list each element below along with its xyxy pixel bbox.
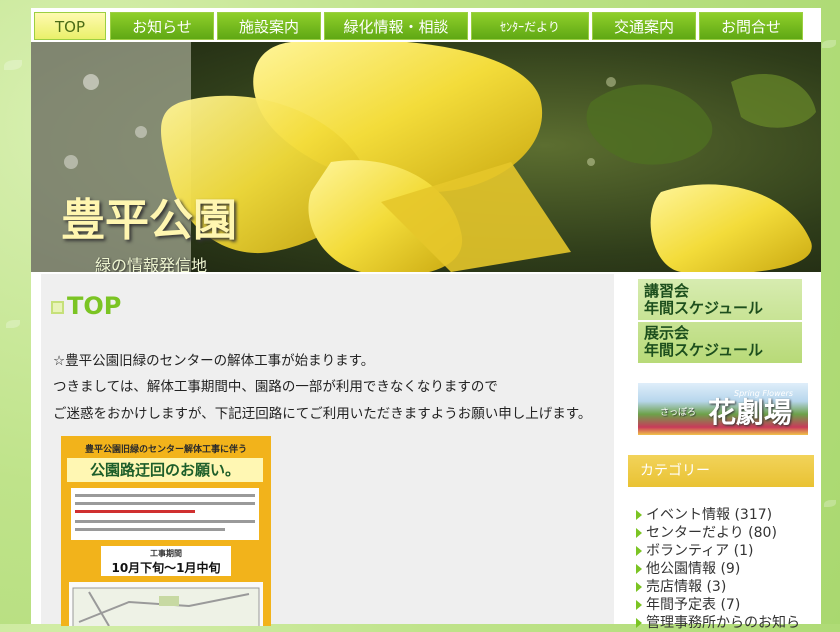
category-link[interactable]: 年間予定表 (7) [646, 597, 740, 613]
category-item[interactable]: イベント情報 (317) [636, 506, 800, 524]
category-item[interactable]: 他公園情報 (9) [636, 560, 800, 578]
flower-banner-english: Spring Flowers [734, 389, 793, 398]
nav-top[interactable]: TOP [34, 12, 106, 40]
banner-divider [638, 320, 802, 322]
paragraph-2: つきましては、解体工事期間中、園路の一部が利用できなくなりますので [53, 379, 498, 395]
category-link[interactable]: イベント情報 (317) [646, 507, 772, 523]
category-header: カテゴリー [628, 455, 814, 487]
notice-header: 豊平公園旧緑のセンター解体工事に伴う [84, 445, 247, 455]
category-link[interactable]: 他公園情報 (9) [646, 561, 740, 577]
schedule-banner-line1: 講習会 [644, 282, 690, 300]
nav-facilities[interactable]: 施設案内 [217, 12, 321, 40]
notice-text-line [75, 494, 255, 497]
notice-text-line [75, 502, 255, 505]
schedule-banner-line2: 年間スケジュール [644, 299, 763, 317]
background-leaf [822, 40, 836, 48]
nav-news[interactable]: お知らせ [110, 12, 214, 40]
schedule-banner-line3: 展示会 [644, 324, 690, 342]
notice-period-value: 10月下旬〜1月中旬 [111, 561, 221, 575]
notice-title: 公園路迂回のお願い。 [67, 458, 263, 482]
nav-center-newsletter[interactable]: ｾﾝﾀｰだより [471, 12, 589, 40]
flower-theater-banner[interactable]: さっぽろ 花劇場 Spring Flowers [638, 383, 808, 435]
sidebar: 講習会 年間スケジュール 展示会 年間スケジュール さっぽろ 花劇場 Sprin… [628, 274, 818, 631]
notice-period-box: 工事期間 10月下旬〜1月中旬 [101, 546, 231, 576]
notice-text-line [75, 510, 195, 513]
category-item[interactable]: 年間予定表 (7) [636, 596, 800, 614]
notice-map [69, 582, 263, 626]
flower-banner-small-text: さっぽろ [660, 408, 697, 418]
schedule-banner[interactable]: 講習会 年間スケジュール 展示会 年間スケジュール [638, 279, 802, 363]
notice-text-line [75, 520, 255, 523]
main-nav: TOP お知らせ 施設案内 緑化情報・相談 ｾﾝﾀｰだより 交通案内 お問合せ [34, 12, 818, 40]
nav-greening-info[interactable]: 緑化情報・相談 [324, 12, 468, 40]
nav-access[interactable]: 交通案内 [592, 12, 696, 40]
category-link[interactable]: ボランティア (1) [646, 543, 753, 559]
category-link[interactable]: 管理事務所からのお知ら [646, 615, 800, 631]
category-link[interactable]: 売店情報 (3) [646, 579, 726, 595]
category-item[interactable]: 管理事務所からのお知ら [636, 614, 800, 632]
category-link[interactable]: センターだより (80) [646, 525, 777, 541]
notice-period-label: 工事期間 [150, 549, 182, 558]
heading-bullet-icon [51, 301, 64, 314]
paragraph-1: ☆豊平公園旧緑のセンターの解体工事が始まります。 [53, 353, 375, 369]
notice-body [71, 488, 259, 540]
hero-banner: 豊平公園 緑の情報発信地 [31, 42, 821, 272]
page-container: TOP お知らせ 施設案内 緑化情報・相談 ｾﾝﾀｰだより 交通案内 お問合せ [31, 8, 821, 631]
detour-map-icon [72, 587, 260, 626]
schedule-banner-line4: 年間スケジュール [644, 341, 763, 359]
detour-notice-image[interactable]: 豊平公園旧緑のセンター解体工事に伴う 公園路迂回のお願い。 工事期間 10月下旬… [61, 436, 271, 626]
category-item[interactable]: 売店情報 (3) [636, 578, 800, 596]
background-leaf [4, 60, 22, 70]
category-item[interactable]: ボランティア (1) [636, 542, 800, 560]
nav-contact[interactable]: お問合せ [699, 12, 803, 40]
notice-text-line [75, 528, 225, 531]
category-list: イベント情報 (317) センターだより (80) ボランティア (1) 他公園… [636, 506, 800, 632]
paragraph-3: ご迷惑をおかけしますが、下記迂回路にてご利用いただきますようお願い申し上げます。 [53, 406, 592, 422]
category-item[interactable]: センターだより (80) [636, 524, 800, 542]
site-title: 豊平公園 [61, 195, 237, 246]
main-content: TOP ☆豊平公園旧緑のセンターの解体工事が始まります。 つきましては、解体工事… [41, 274, 614, 626]
page-title: TOP [67, 292, 122, 320]
background-leaf [824, 500, 836, 507]
background-leaf [6, 320, 20, 328]
site-subtitle: 緑の情報発信地 [95, 256, 208, 272]
